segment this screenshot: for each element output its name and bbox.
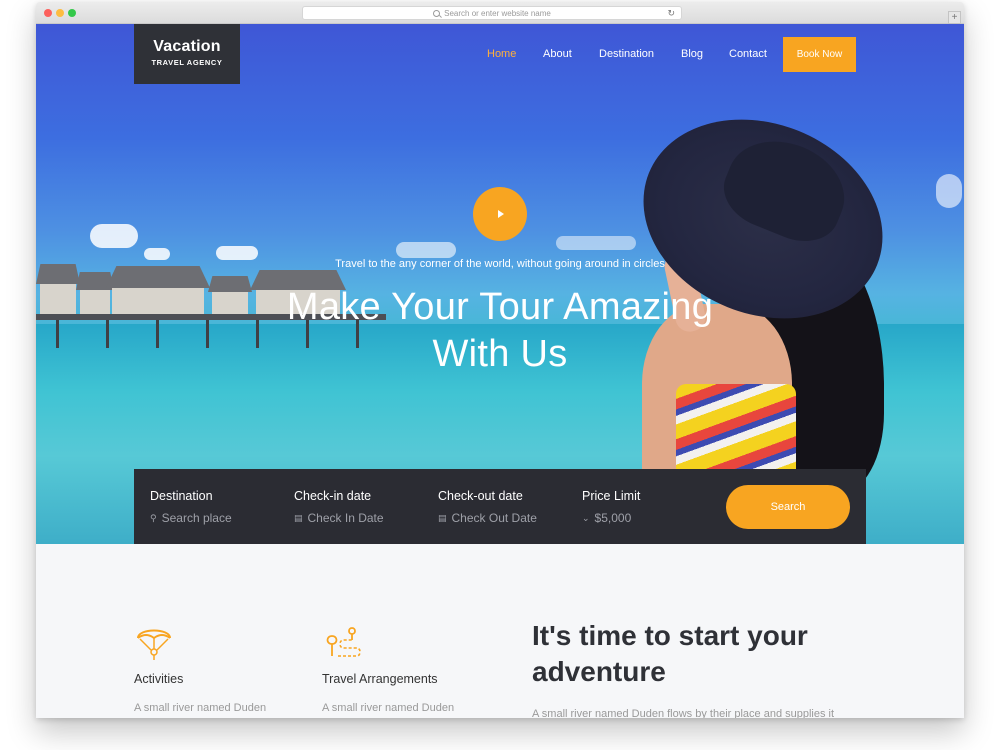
cloud-decoration xyxy=(144,248,170,260)
reload-icon[interactable]: ↻ xyxy=(667,8,675,19)
nav-about[interactable]: About xyxy=(543,48,572,60)
feature-text: A small river named Duden xyxy=(134,702,267,714)
brand-logo[interactable]: Vacation TRAVEL AGENCY xyxy=(134,24,240,84)
brand-subtitle: TRAVEL AGENCY xyxy=(151,58,223,67)
hero-headline-line2: With Us xyxy=(432,333,568,375)
browser-toolbar: Search or enter website name ↻ + xyxy=(36,2,964,24)
route-pin-icon xyxy=(326,627,361,657)
price-limit-select[interactable]: $5,000 xyxy=(595,511,632,525)
brand-title: Vacation xyxy=(153,38,221,55)
feature-title: Travel Arrangements xyxy=(322,672,438,686)
feature-travel-arrangements: Travel Arrangements A small river named … xyxy=(322,622,454,714)
zoom-window-button[interactable] xyxy=(68,9,76,17)
chevron-down-icon: ⌄ xyxy=(582,512,590,523)
address-placeholder: Search or enter website name xyxy=(444,8,551,18)
nav-blog[interactable]: Blog xyxy=(681,48,703,60)
calendar-icon: ▤ xyxy=(438,512,447,523)
cloud-decoration xyxy=(556,236,636,250)
booking-search-bar: Destination ⚲ Search place Check-in date… xyxy=(134,469,866,544)
adventure-heading-line2: adventure xyxy=(532,656,666,687)
destination-label: Destination xyxy=(150,489,213,503)
browser-window: Search or enter website name ↻ + Vacatio… xyxy=(36,2,964,718)
adventure-text: A small river named Duden flows by their… xyxy=(532,708,835,718)
price-limit-label: Price Limit xyxy=(582,489,641,503)
nav-home[interactable]: Home xyxy=(487,48,516,60)
hero-headline-line1: Make Your Tour Amazing xyxy=(286,286,714,328)
hero-section: Vacation TRAVEL AGENCY Home About Destin… xyxy=(36,24,964,544)
cloud-decoration xyxy=(396,242,456,258)
check-in-input[interactable]: Check In Date xyxy=(308,511,384,525)
cloud-decoration xyxy=(90,224,138,248)
nav-destination[interactable]: Destination xyxy=(599,48,654,60)
destination-field[interactable]: Destination ⚲ Search place xyxy=(150,489,232,525)
address-bar[interactable]: Search or enter website name ↻ xyxy=(302,6,682,20)
destination-input[interactable]: Search place xyxy=(162,511,232,525)
calendar-icon: ▤ xyxy=(294,512,303,523)
hero-headline: Make Your Tour Amazing With Us xyxy=(216,284,784,378)
adventure-heading: It's time to start your adventure xyxy=(532,618,852,690)
cloud-decoration xyxy=(936,174,962,208)
check-in-field[interactable]: Check-in date ▤ Check In Date xyxy=(294,489,384,525)
price-limit-field[interactable]: Price Limit ⌄ $5,000 xyxy=(582,489,640,525)
cloud-decoration xyxy=(216,246,258,260)
adventure-heading-line1: It's time to start your xyxy=(532,620,808,651)
nav-contact[interactable]: Contact xyxy=(729,48,767,60)
play-video-button[interactable] xyxy=(473,187,527,241)
hero-tagline: Travel to the any corner of the world, w… xyxy=(335,258,665,270)
new-tab-button[interactable]: + xyxy=(948,11,961,24)
book-now-button[interactable]: Book Now xyxy=(783,37,856,72)
search-icon xyxy=(433,9,441,17)
parachute-icon xyxy=(137,629,171,660)
feature-text: A small river named Duden xyxy=(322,702,455,714)
check-out-label: Check-out date xyxy=(438,489,523,503)
play-icon xyxy=(498,210,504,218)
check-out-input[interactable]: Check Out Date xyxy=(452,511,537,525)
check-in-label: Check-in date xyxy=(294,489,372,503)
check-out-field[interactable]: Check-out date ▤ Check Out Date xyxy=(438,489,537,525)
close-window-button[interactable] xyxy=(44,9,52,17)
feature-activities: Activities A small river named Duden xyxy=(134,622,266,714)
minimize-window-button[interactable] xyxy=(56,9,64,17)
search-button[interactable]: Search xyxy=(726,485,850,529)
search-icon: ⚲ xyxy=(150,512,157,523)
feature-title: Activities xyxy=(134,672,184,686)
